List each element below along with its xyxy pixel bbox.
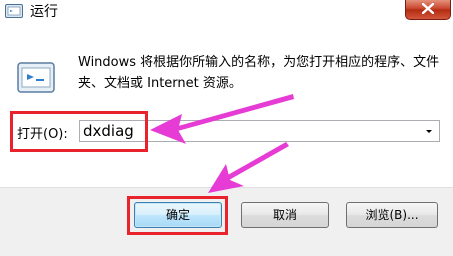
run-dialog: 运行 Windows 将根据你所输入的名称，为您打开相应的程序、文件夹、文档或 … xyxy=(0,0,453,256)
dialog-description: Windows 将根据你所输入的名称，为您打开相应的程序、文件夹、文档或 Int… xyxy=(78,55,440,91)
cancel-button[interactable]: 取消 xyxy=(241,202,329,228)
ok-button-highlight xyxy=(127,196,228,235)
browse-button[interactable]: 浏览(B)... xyxy=(346,202,438,228)
open-field-highlight xyxy=(10,111,148,152)
close-button[interactable] xyxy=(405,0,451,20)
window-title: 运行 xyxy=(30,4,58,20)
run-icon xyxy=(5,4,23,18)
close-icon xyxy=(422,3,434,14)
run-program-icon xyxy=(17,62,55,93)
chevron-down-icon[interactable] xyxy=(421,122,437,140)
title-bar: 运行 xyxy=(0,0,453,26)
